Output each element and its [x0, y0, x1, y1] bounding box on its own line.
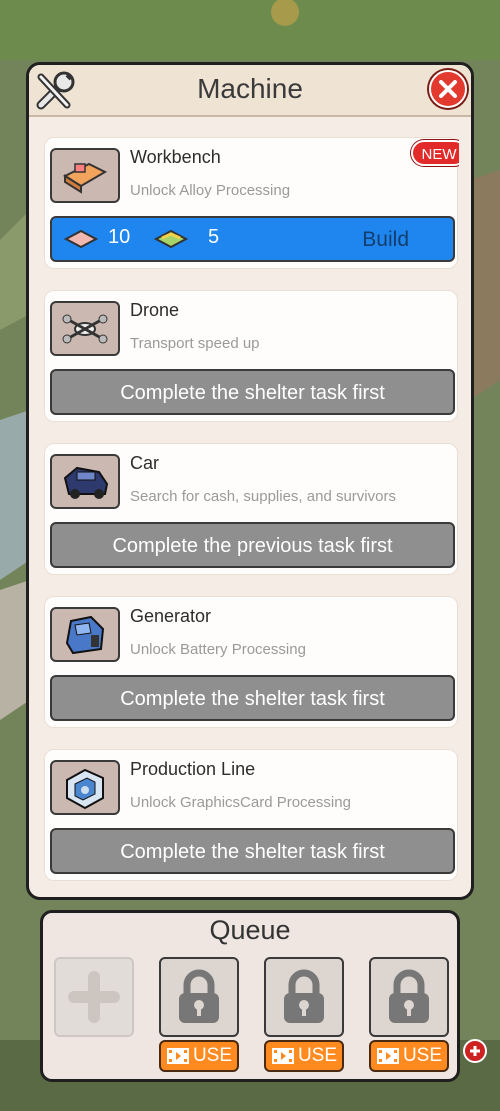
locked-action-label: Complete the shelter task first [120, 382, 385, 404]
build-button[interactable]: 10 5 Build [50, 216, 455, 262]
panel-header: Machine [29, 65, 471, 117]
close-icon [439, 80, 457, 98]
queue-add-slot[interactable] [54, 957, 134, 1037]
machine-description: Unlock GraphicsCard Processing [130, 794, 351, 811]
machine-name: Production Line [130, 759, 256, 779]
car-icon [63, 466, 109, 499]
use-button[interactable]: USE [159, 1040, 239, 1072]
use-button[interactable]: USE [369, 1040, 449, 1072]
workbench-thumb [50, 148, 120, 203]
machine-card-production-line: Production Line Unlock GraphicsCard Proc… [44, 749, 458, 881]
machine-card-generator: Generator Unlock Battery Processing Comp… [44, 596, 458, 728]
queue-locked-slot[interactable] [264, 957, 344, 1037]
machine-name: Workbench [130, 147, 221, 167]
queue-title: Queue [209, 915, 291, 945]
locked-action-button[interactable]: Complete the shelter task first [50, 828, 455, 874]
locked-action-label: Complete the shelter task first [120, 841, 385, 863]
machine-card-drone: Drone Transport speed up Complete the sh… [44, 290, 458, 422]
lock-icon [179, 969, 219, 1023]
machine-description: Transport speed up [130, 335, 260, 352]
video-icon [376, 1047, 399, 1064]
workbench-icon [62, 162, 108, 194]
machine-description: Unlock Battery Processing [130, 641, 306, 658]
locked-action-button[interactable]: Complete the shelter task first [50, 369, 455, 415]
alloy-cost: 10 [108, 226, 131, 248]
car-thumb [50, 454, 120, 509]
machine-list[interactable]: Workbench Unlock Alloy Processing NEW 10… [41, 127, 459, 891]
machine-card-workbench: Workbench Unlock Alloy Processing NEW 10… [44, 137, 459, 269]
generator-icon [65, 615, 105, 655]
queue-locked-slot[interactable] [369, 957, 449, 1037]
production-line-thumb [50, 760, 120, 815]
lock-icon [284, 969, 324, 1023]
machine-name: Drone [130, 300, 180, 320]
drone-icon [62, 314, 108, 344]
machine-panel: Machine Workbench Unlock Alloy Processin… [26, 62, 474, 900]
queue-locked-slot[interactable] [159, 957, 239, 1037]
machine-description: Search for cash, supplies, and survivors [130, 488, 396, 505]
notification-plus-icon[interactable] [463, 1039, 487, 1063]
lock-icon [389, 969, 429, 1023]
machine-description: Unlock Alloy Processing [130, 182, 291, 199]
production-line-icon [66, 768, 104, 810]
queue-panel: Queue USE USE USE [40, 910, 460, 1082]
page-title: Machine [197, 73, 303, 104]
use-label: USE [297, 1045, 338, 1066]
locked-action-button[interactable]: Complete the previous task first [50, 522, 455, 568]
plus-icon [68, 971, 120, 1023]
generator-thumb [50, 607, 120, 662]
build-label: Build [362, 228, 409, 251]
video-icon [166, 1047, 189, 1064]
close-button[interactable] [429, 70, 467, 108]
machine-card-car: Car Search for cash, supplies, and survi… [44, 443, 458, 575]
use-label: USE [402, 1045, 443, 1066]
drone-thumb [50, 301, 120, 356]
machine-name: Generator [130, 606, 212, 626]
use-button[interactable]: USE [264, 1040, 344, 1072]
new-badge: NEW [411, 140, 459, 166]
locked-action-label: Complete the shelter task first [120, 688, 385, 710]
video-icon [271, 1047, 294, 1064]
locked-action-button[interactable]: Complete the shelter task first [50, 675, 455, 721]
gold-bar-icon [154, 229, 188, 249]
gold-cost: 5 [208, 226, 220, 248]
machine-name: Car [130, 453, 160, 473]
locked-action-label: Complete the previous task first [112, 535, 393, 557]
use-label: USE [192, 1045, 233, 1066]
alloy-plate-icon [64, 229, 98, 249]
